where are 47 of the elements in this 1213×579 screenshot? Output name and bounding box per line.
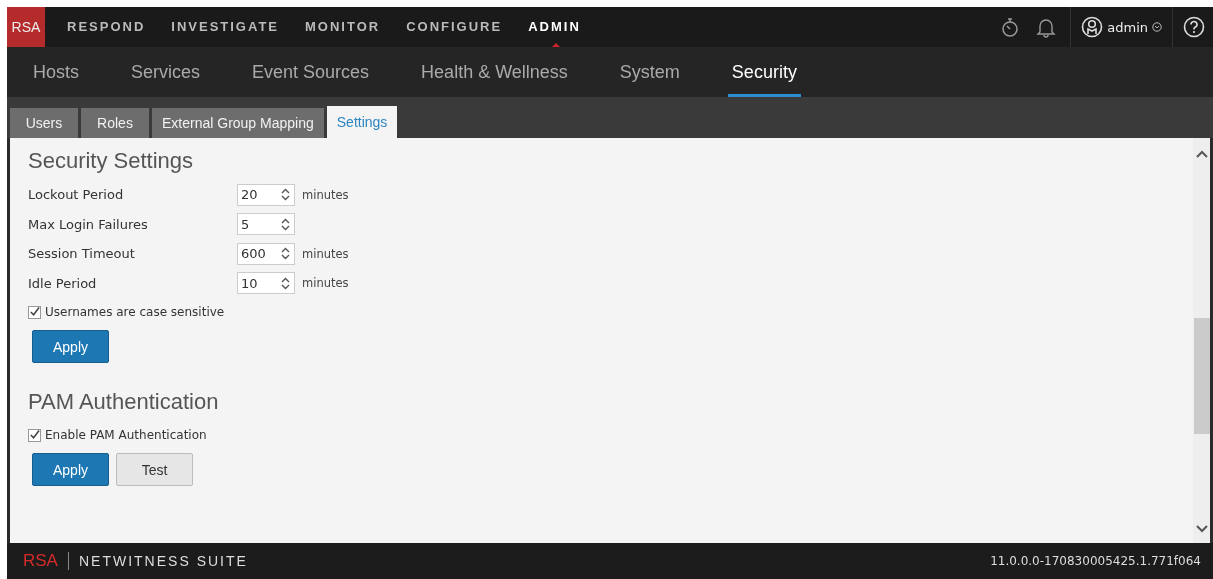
- section-title: Security Settings: [28, 148, 195, 174]
- caret-icon[interactable]: [1152, 22, 1162, 32]
- tab[interactable]: Roles: [81, 108, 149, 138]
- version-text: 11.0.0.0-170830005425.1.771f064: [990, 554, 1201, 568]
- field-label: Session Timeout: [28, 246, 136, 262]
- tab[interactable]: Settings: [326, 106, 398, 138]
- sub-nav-item[interactable]: Event Sources: [248, 47, 374, 97]
- sub-nav-item[interactable]: Services: [127, 47, 205, 97]
- top-nav-item[interactable]: RESPOND: [67, 7, 150, 47]
- scroll-down-icon[interactable]: [1195, 525, 1208, 533]
- top-nav-item[interactable]: ADMIN: [528, 7, 585, 47]
- unit-label: minutes: [302, 276, 349, 291]
- section-title: PAM Authentication: [28, 389, 220, 415]
- scroll-up-icon[interactable]: [1195, 150, 1208, 158]
- number-spinner[interactable]: 600: [237, 242, 295, 265]
- scrollbar[interactable]: [1193, 138, 1210, 543]
- unit-label: minutes: [302, 187, 349, 202]
- sub-nav-item[interactable]: Hosts: [29, 47, 83, 97]
- tab[interactable]: Users: [10, 108, 78, 138]
- checkbox-label: Usernames are case sensitive: [45, 305, 225, 319]
- help-icon[interactable]: [1183, 16, 1205, 38]
- apply-button[interactable]: Apply: [32, 330, 109, 363]
- number-spinner[interactable]: 10: [237, 272, 295, 295]
- field-label: Lockout Period: [28, 187, 125, 203]
- sub-nav-item[interactable]: Health & Wellness: [417, 47, 572, 97]
- checkbox[interactable]: [28, 428, 41, 442]
- bell-icon[interactable]: [1036, 16, 1057, 38]
- field-label: Max Login Failures: [28, 216, 149, 232]
- checkbox[interactable]: [28, 305, 41, 319]
- checkbox-label: Enable PAM Authentication: [45, 428, 207, 442]
- unit-label: minutes: [302, 246, 349, 261]
- user-name[interactable]: admin: [1107, 19, 1148, 35]
- stopwatch-icon[interactable]: [1000, 16, 1021, 38]
- user-avatar-icon[interactable]: [1081, 16, 1104, 38]
- apply-button[interactable]: Apply: [32, 453, 109, 486]
- number-spinner[interactable]: 20: [237, 183, 295, 206]
- sub-nav-item[interactable]: System: [615, 47, 684, 97]
- rsa-logo[interactable]: RSA: [7, 7, 45, 47]
- field-label: Idle Period: [28, 275, 98, 291]
- rsa-logo: RSA: [23, 551, 58, 571]
- top-nav-item[interactable]: CONFIGURE: [406, 7, 507, 47]
- top-nav-item[interactable]: MONITOR: [305, 7, 385, 47]
- number-spinner[interactable]: 5: [237, 213, 295, 236]
- top-nav-item[interactable]: INVESTIGATE: [171, 7, 283, 47]
- tab[interactable]: External Group Mapping: [152, 108, 324, 138]
- product-name: NETWITNESS SUITE: [78, 553, 248, 569]
- test-button[interactable]: Test: [116, 453, 193, 486]
